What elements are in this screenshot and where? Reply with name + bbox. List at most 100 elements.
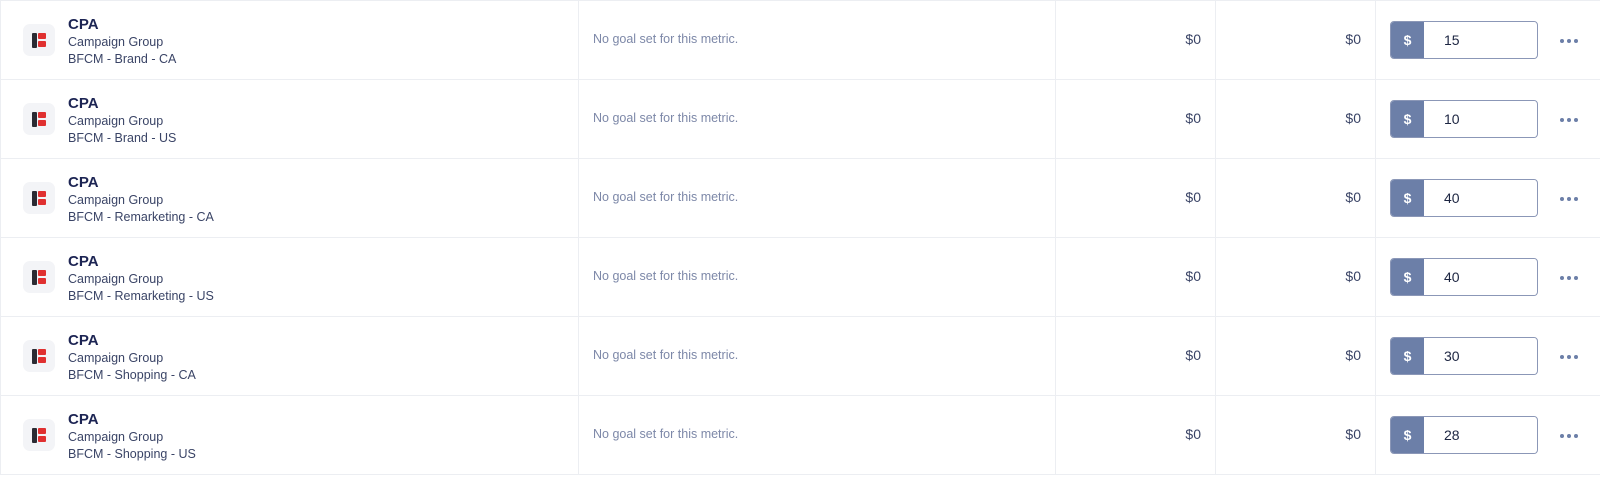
group-type: Campaign Group [68,351,164,365]
value-cell-1: $0 [1056,317,1216,395]
metric-value-1: $0 [1185,189,1201,205]
platform-logo-icon [23,419,55,451]
campaign-info: CPA Campaign Group BFCM - Shopping - CA [68,331,196,383]
name-cell: CPA Campaign Group BFCM - Brand - US [1,80,579,158]
goal-cell: No goal set for this metric. [579,1,1056,79]
more-horizontal-icon[interactable] [1559,426,1579,444]
currency-prefix: $ [1391,101,1424,137]
value-cell-2: $0 [1216,1,1376,79]
group-type: Campaign Group [68,430,164,444]
target-cell: $ [1376,317,1600,395]
goal-cell: No goal set for this metric. [579,238,1056,316]
group-type: Campaign Group [68,272,164,286]
target-cell: $ [1376,396,1600,474]
name-cell: CPA Campaign Group BFCM - Shopping - CA [1,317,579,395]
table-row: CPA Campaign Group BFCM - Remarketing - … [1,237,1600,316]
value-cell-1: $0 [1056,159,1216,237]
target-cell: $ [1376,1,1600,79]
name-cell: CPA Campaign Group BFCM - Remarketing - … [1,238,579,316]
metric-value-2: $0 [1345,31,1361,47]
campaign-info: CPA Campaign Group BFCM - Shopping - US [68,410,196,462]
target-value-input[interactable] [1424,180,1536,216]
metric-value-1: $0 [1185,426,1201,442]
target-input-group: $ [1390,21,1538,59]
more-horizontal-icon[interactable] [1559,347,1579,365]
table-row: CPA Campaign Group BFCM - Brand - CA No … [1,0,1600,79]
metric-name: CPA [68,411,99,428]
value-cell-2: $0 [1216,396,1376,474]
platform-logo-icon [23,24,55,56]
target-input-group: $ [1390,179,1538,217]
metric-value-1: $0 [1185,268,1201,284]
value-cell-2: $0 [1216,80,1376,158]
value-cell-2: $0 [1216,317,1376,395]
campaign-group-name: BFCM - Shopping - US [68,446,196,461]
name-cell: CPA Campaign Group BFCM - Shopping - US [1,396,579,474]
more-horizontal-icon[interactable] [1559,268,1579,286]
campaign-group-name: BFCM - Remarketing - US [68,288,214,303]
name-cell: CPA Campaign Group BFCM - Brand - CA [1,1,579,79]
target-value-input[interactable] [1424,22,1536,58]
table-row: CPA Campaign Group BFCM - Shopping - US … [1,395,1600,475]
metric-value-2: $0 [1345,347,1361,363]
metric-value-1: $0 [1185,347,1201,363]
group-type: Campaign Group [68,114,164,128]
table-row: CPA Campaign Group BFCM - Brand - US No … [1,79,1600,158]
target-cell: $ [1376,80,1600,158]
goals-table: CPA Campaign Group BFCM - Brand - CA No … [0,0,1600,475]
metric-value-1: $0 [1185,110,1201,126]
currency-prefix: $ [1391,338,1424,374]
target-value-input[interactable] [1424,417,1536,453]
name-cell: CPA Campaign Group BFCM - Remarketing - … [1,159,579,237]
value-cell-1: $0 [1056,238,1216,316]
metric-value-1: $0 [1185,31,1201,47]
platform-logo-icon [23,103,55,135]
campaign-group-name: BFCM - Remarketing - CA [68,209,214,224]
target-value-input[interactable] [1424,259,1536,295]
metric-value-2: $0 [1345,189,1361,205]
metric-value-2: $0 [1345,426,1361,442]
goal-cell: No goal set for this metric. [579,396,1056,474]
value-cell-2: $0 [1216,238,1376,316]
goal-status-text: No goal set for this metric. [593,111,739,125]
value-cell-1: $0 [1056,1,1216,79]
currency-prefix: $ [1391,417,1424,453]
target-cell: $ [1376,238,1600,316]
metric-name: CPA [68,174,99,191]
goal-status-text: No goal set for this metric. [593,348,739,362]
goal-status-text: No goal set for this metric. [593,269,739,283]
goal-status-text: No goal set for this metric. [593,190,739,204]
campaign-group-name: BFCM - Brand - US [68,130,177,145]
value-cell-1: $0 [1056,396,1216,474]
target-value-input[interactable] [1424,338,1536,374]
currency-prefix: $ [1391,259,1424,295]
target-cell: $ [1376,159,1600,237]
table-row: CPA Campaign Group BFCM - Shopping - CA … [1,316,1600,395]
campaign-info: CPA Campaign Group BFCM - Remarketing - … [68,173,214,225]
target-value-input[interactable] [1424,101,1536,137]
more-horizontal-icon[interactable] [1559,110,1579,128]
group-type: Campaign Group [68,35,164,49]
goal-status-text: No goal set for this metric. [593,427,739,441]
metric-name: CPA [68,253,99,270]
target-input-group: $ [1390,100,1538,138]
target-input-group: $ [1390,416,1538,454]
value-cell-2: $0 [1216,159,1376,237]
table-row: CPA Campaign Group BFCM - Remarketing - … [1,158,1600,237]
campaign-info: CPA Campaign Group BFCM - Brand - US [68,94,176,146]
metric-value-2: $0 [1345,268,1361,284]
metric-value-2: $0 [1345,110,1361,126]
target-input-group: $ [1390,258,1538,296]
more-horizontal-icon[interactable] [1559,189,1579,207]
goal-status-text: No goal set for this metric. [593,32,739,46]
platform-logo-icon [23,261,55,293]
currency-prefix: $ [1391,22,1424,58]
campaign-info: CPA Campaign Group BFCM - Brand - CA [68,15,176,67]
campaign-info: CPA Campaign Group BFCM - Remarketing - … [68,252,214,304]
platform-logo-icon [23,340,55,372]
campaign-group-name: BFCM - Brand - CA [68,51,177,66]
goal-cell: No goal set for this metric. [579,80,1056,158]
goal-cell: No goal set for this metric. [579,317,1056,395]
group-type: Campaign Group [68,193,164,207]
more-horizontal-icon[interactable] [1559,31,1579,49]
